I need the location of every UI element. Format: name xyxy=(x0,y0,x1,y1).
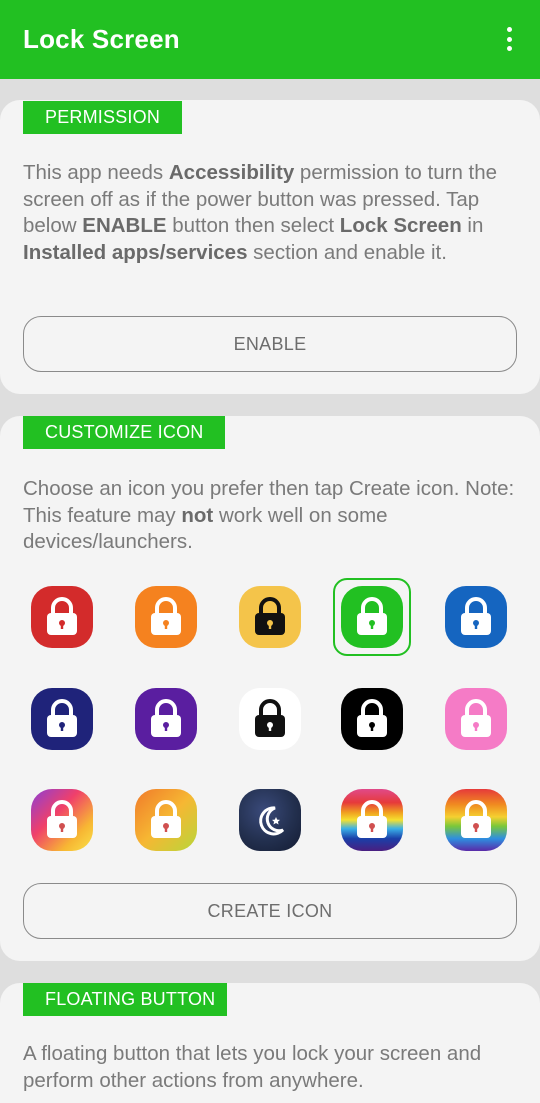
icon-option-purple[interactable] xyxy=(135,688,197,750)
padlock-icon xyxy=(253,597,287,637)
icon-option-orange[interactable] xyxy=(135,586,197,648)
icon-option-night-moon[interactable] xyxy=(239,789,301,851)
app-title: Lock Screen xyxy=(23,24,180,54)
more-vert-icon[interactable] xyxy=(498,24,520,54)
padlock-icon xyxy=(459,597,493,637)
padlock-icon xyxy=(45,699,79,739)
icon-option-red[interactable] xyxy=(31,586,93,648)
customize-icon-card: CUSTOMIZE ICON Choose an icon you prefer… xyxy=(0,416,540,961)
padlock-icon xyxy=(253,699,287,739)
padlock-icon xyxy=(459,699,493,739)
padlock-icon xyxy=(459,800,493,840)
icon-option-black[interactable] xyxy=(341,688,403,750)
icon-option-warm-gradient[interactable] xyxy=(135,789,197,851)
permission-card: PERMISSION This app needs Accessibility … xyxy=(0,100,540,394)
padlock-icon xyxy=(149,800,183,840)
icon-choice-grid xyxy=(0,416,540,961)
padlock-icon xyxy=(45,597,79,637)
padlock-icon xyxy=(355,597,389,637)
icon-option-navy[interactable] xyxy=(31,688,93,750)
moon-star-icon xyxy=(253,800,287,840)
floating-button-tag: FLOATING BUTTON xyxy=(23,983,227,1016)
floating-button-description: A floating button that lets you lock you… xyxy=(23,1042,482,1092)
icon-option-pink[interactable] xyxy=(445,688,507,750)
app-bar: Lock Screen xyxy=(0,0,540,79)
padlock-icon xyxy=(355,800,389,840)
enable-button[interactable]: ENABLE xyxy=(23,316,517,372)
icon-option-white[interactable] xyxy=(239,688,301,750)
floating-button-card: FLOATING BUTTON A floating button that l… xyxy=(0,983,540,1103)
padlock-icon xyxy=(149,597,183,637)
icon-option-rainbow-gradient[interactable] xyxy=(445,789,507,851)
icon-option-rainbow-stripes[interactable] xyxy=(341,789,403,851)
icon-option-green[interactable] xyxy=(341,586,403,648)
icon-option-sunset-gradient[interactable] xyxy=(31,789,93,851)
permission-description: This app needs Accessibility permission … xyxy=(23,161,498,264)
padlock-icon xyxy=(355,699,389,739)
create-icon-button[interactable]: CREATE ICON xyxy=(23,883,517,939)
icon-option-blue[interactable] xyxy=(445,586,507,648)
icon-option-yellow[interactable] xyxy=(239,586,301,648)
padlock-icon xyxy=(45,800,79,840)
padlock-icon xyxy=(149,699,183,739)
permission-tag: PERMISSION xyxy=(23,101,182,134)
